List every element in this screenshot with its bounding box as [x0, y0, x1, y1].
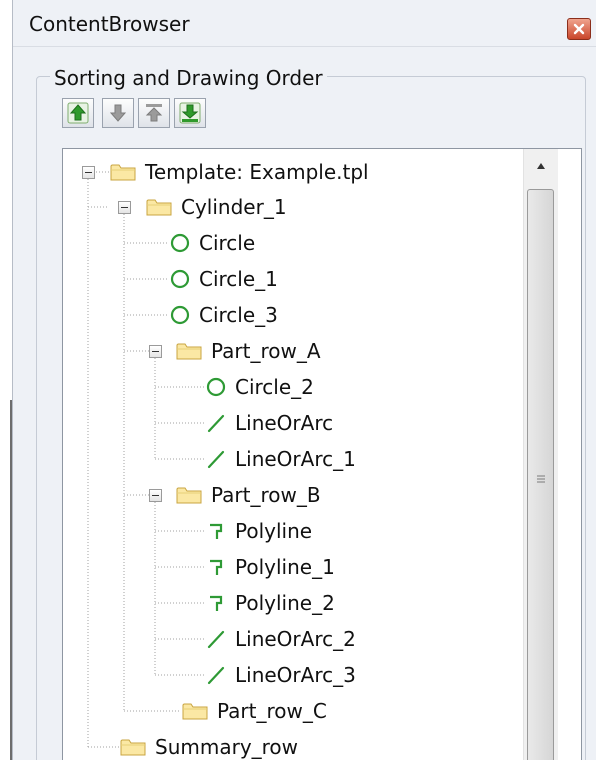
- arrow-top-icon: [145, 104, 163, 122]
- tree-node-polyline-1[interactable]: Polyline_1: [205, 553, 335, 581]
- arrow-up-icon: [67, 102, 89, 124]
- expander-template[interactable]: [82, 166, 95, 179]
- tree-node-label: LineOrArc_1: [235, 447, 356, 471]
- tree-node-label: Part_row_C: [217, 699, 327, 723]
- scroll-up-button[interactable]: [525, 151, 557, 181]
- vertical-scrollbar[interactable]: [523, 149, 558, 760]
- tree-node-label: Summary_row: [155, 735, 299, 759]
- circle-shape-icon: [169, 304, 191, 326]
- tree-node-label: Polyline_1: [235, 555, 335, 579]
- scroll-up-arrow-icon: [537, 163, 545, 169]
- polyline-shape-icon: [205, 592, 227, 614]
- tree-node-label: LineOrArc: [235, 411, 334, 435]
- arrow-bottom-icon: [179, 102, 201, 124]
- tree-node-label: Part_row_A: [211, 339, 321, 363]
- sorting-tree[interactable]: Template: Example.tpl Cylinder_1 Circle …: [62, 148, 582, 760]
- tree-node-circle-1[interactable]: Circle_1: [169, 265, 278, 293]
- folder-icon: [181, 700, 209, 722]
- move-up-button[interactable]: [62, 98, 94, 128]
- polyline-shape-icon: [205, 556, 227, 578]
- line-shape-icon: [205, 448, 227, 470]
- tree-node-label: Cylinder_1: [181, 195, 287, 219]
- scroll-thumb[interactable]: [527, 189, 554, 760]
- arrow-down-icon: [109, 104, 127, 122]
- tree-node-polyline[interactable]: Polyline: [205, 517, 312, 545]
- tree-node-circle-2[interactable]: Circle_2: [205, 373, 314, 401]
- tree-node-circle-3[interactable]: Circle_3: [169, 301, 278, 329]
- tree-node-line-or-arc[interactable]: LineOrArc: [205, 409, 333, 437]
- tree-node-label: Circle: [199, 231, 256, 255]
- tree-node-summary-row[interactable]: Summary_row: [119, 733, 298, 760]
- close-button[interactable]: [567, 18, 591, 40]
- folder-icon: [145, 196, 173, 218]
- window-title: ContentBrowser: [29, 12, 190, 36]
- expander-cylinder-1[interactable]: [118, 201, 131, 214]
- left-edge-strip: [0, 0, 13, 760]
- tree-node-line-or-arc-3[interactable]: LineOrArc_3: [205, 661, 356, 689]
- move-bottom-button[interactable]: [174, 98, 206, 128]
- tree-node-label: Circle_3: [199, 303, 278, 327]
- tree-node-part-row-a[interactable]: Part_row_A: [175, 337, 321, 365]
- folder-icon: [175, 484, 203, 506]
- circle-shape-icon: [169, 232, 191, 254]
- folder-icon: [119, 736, 147, 758]
- folder-icon: [175, 340, 203, 362]
- move-top-button[interactable]: [138, 98, 170, 128]
- expander-part-row-b[interactable]: [149, 489, 162, 502]
- circle-shape-icon: [169, 268, 191, 290]
- tree-node-cylinder-1[interactable]: Cylinder_1: [145, 193, 287, 221]
- polyline-shape-icon: [205, 520, 227, 542]
- tree-node-part-row-b[interactable]: Part_row_B: [175, 481, 321, 509]
- move-down-button[interactable]: [102, 98, 134, 128]
- tree-node-circle[interactable]: Circle: [169, 229, 255, 257]
- line-shape-icon: [205, 412, 227, 434]
- expander-part-row-a[interactable]: [149, 345, 162, 358]
- tree-node-label: LineOrArc_2: [235, 627, 356, 651]
- tree-node-label: Template: Example.tpl: [145, 160, 369, 184]
- tree-node-label: LineOrArc_3: [235, 663, 356, 687]
- close-icon: [573, 23, 585, 35]
- line-shape-icon: [205, 628, 227, 650]
- circle-shape-icon: [205, 376, 227, 398]
- folder-icon: [109, 161, 137, 183]
- tree-node-line-or-arc-1[interactable]: LineOrArc_1: [205, 445, 356, 473]
- tree-node-polyline-2[interactable]: Polyline_2: [205, 589, 335, 617]
- title-bar: ContentBrowser: [13, 0, 596, 47]
- group-label: Sorting and Drawing Order: [50, 66, 327, 90]
- tree-node-template[interactable]: Template: Example.tpl: [109, 158, 369, 186]
- tree-node-line-or-arc-2[interactable]: LineOrArc_2: [205, 625, 356, 653]
- tree-node-label: Polyline: [235, 519, 313, 543]
- content-browser-window: ContentBrowser Sorting and Drawing Order: [0, 0, 596, 760]
- tree-node-label: Part_row_B: [211, 483, 321, 507]
- tree-node-part-row-c[interactable]: Part_row_C: [181, 697, 327, 725]
- line-shape-icon: [205, 664, 227, 686]
- tree-node-label: Circle_2: [235, 375, 314, 399]
- grip-icon: [536, 475, 545, 483]
- tree-node-label: Polyline_2: [235, 591, 335, 615]
- tree-node-label: Circle_1: [199, 267, 278, 291]
